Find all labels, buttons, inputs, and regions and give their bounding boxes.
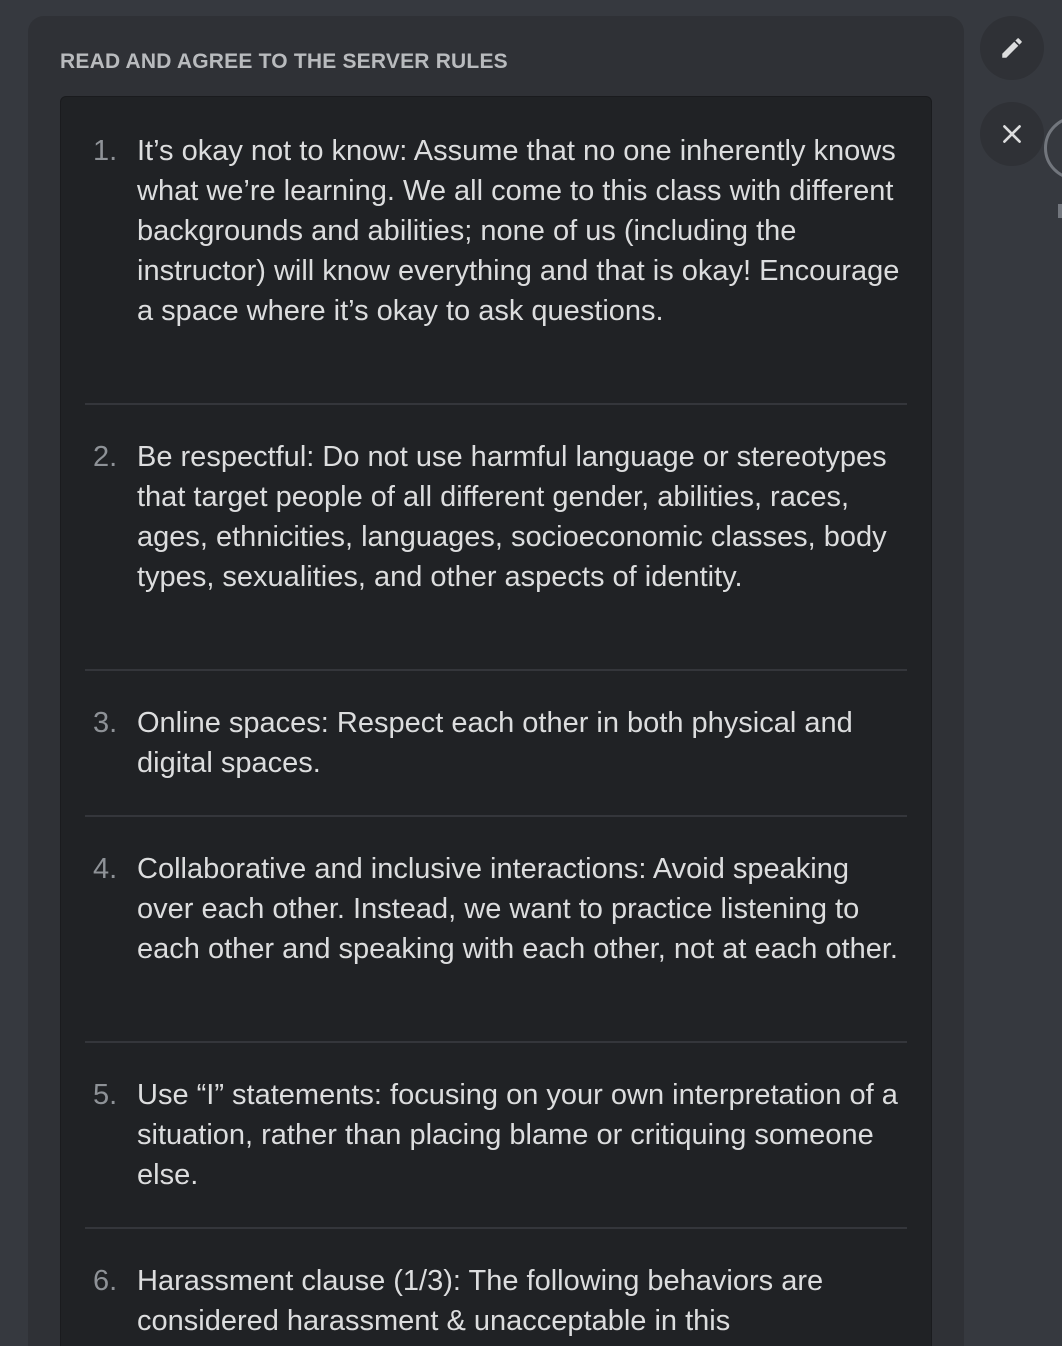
pencil-icon xyxy=(1002,38,1022,58)
rule-divider xyxy=(85,1041,907,1043)
panel-heading: READ AND AGREE TO THE SERVER RULES xyxy=(60,50,508,73)
edit-button[interactable] xyxy=(980,16,1044,80)
rule-divider xyxy=(85,1227,907,1229)
rule-text: Use “I” statements: focusing on your own… xyxy=(137,1079,898,1191)
rules-box: 1. It’s okay not to know: Assume that no… xyxy=(60,96,932,1346)
rules-screening-page: READ AND AGREE TO THE SERVER RULES 1. It… xyxy=(0,0,1062,1346)
rule-divider xyxy=(85,403,907,405)
rule-text: Be respectful: Do not use harmful langua… xyxy=(137,441,887,593)
rule-number: 4. xyxy=(93,853,118,885)
rules-panel: READ AND AGREE TO THE SERVER RULES 1. It… xyxy=(28,16,964,1346)
close-button[interactable] xyxy=(980,102,1044,166)
rule-number: 5. xyxy=(93,1079,118,1111)
rule-text: It’s okay not to know: Assume that no on… xyxy=(137,135,900,327)
edge-indicator xyxy=(1058,204,1062,218)
rule-number: 1. xyxy=(93,135,118,167)
close-icon xyxy=(1003,125,1021,143)
rule-divider xyxy=(85,669,907,671)
rule-text: Online spaces: Respect each other in bot… xyxy=(137,707,853,779)
rule-number: 3. xyxy=(93,707,118,739)
rule-number: 6. xyxy=(93,1265,118,1297)
rule-number: 2. xyxy=(93,441,118,473)
edge-circle-button[interactable] xyxy=(1044,116,1062,180)
rule-text: Collaborative and inclusive interactions… xyxy=(137,853,898,965)
rule-divider xyxy=(85,815,907,817)
rule-text: Harassment clause (1/3): The following b… xyxy=(137,1265,824,1337)
